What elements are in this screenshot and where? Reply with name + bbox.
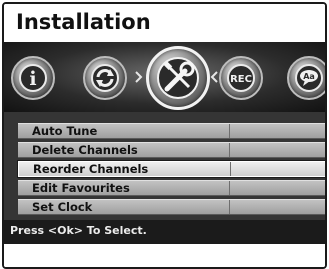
subtitle-glyph: Aa: [303, 72, 315, 81]
carousel-arrow-right-icon: [210, 71, 218, 83]
info-icon[interactable]: i: [11, 56, 55, 100]
column-divider: [229, 181, 230, 195]
rec-glyph: REC: [230, 74, 252, 85]
subtitle-icon[interactable]: Aa: [287, 56, 325, 100]
page-title: Installation: [16, 10, 151, 34]
column-divider: [230, 162, 231, 176]
column-divider: [229, 200, 230, 214]
tv-menu-screen: Installation i REC Aa Auto Tune Delete C…: [2, 2, 327, 269]
icon-carousel: i REC Aa: [4, 42, 325, 112]
carousel-arrow-left-icon: [135, 71, 143, 83]
menu-item-label: Set Clock: [32, 200, 93, 214]
title-bar: Installation: [4, 4, 325, 42]
menu-item-auto-tune[interactable]: Auto Tune: [18, 123, 325, 139]
column-divider: [229, 143, 230, 157]
refresh-icon[interactable]: [83, 56, 127, 100]
menu-list: Auto Tune Delete Channels Reorder Channe…: [4, 112, 325, 220]
menu-item-edit-favourites[interactable]: Edit Favourites: [18, 180, 325, 196]
tools-icon[interactable]: [146, 46, 210, 110]
menu-item-label: Edit Favourites: [32, 181, 130, 195]
bottom-bar: [4, 244, 325, 267]
rec-icon[interactable]: REC: [219, 56, 263, 100]
menu-item-reorder-channels[interactable]: Reorder Channels: [18, 161, 325, 177]
hint-text: Press <Ok> To Select.: [10, 224, 147, 237]
info-glyph: i: [29, 68, 36, 90]
menu-item-label: Delete Channels: [32, 143, 138, 157]
menu-item-delete-channels[interactable]: Delete Channels: [18, 142, 325, 158]
menu-item-label: Reorder Channels: [33, 162, 149, 176]
hint-bar: Press <Ok> To Select.: [4, 220, 325, 244]
menu-item-set-clock[interactable]: Set Clock: [18, 199, 325, 215]
column-divider: [229, 124, 230, 138]
menu-item-label: Auto Tune: [32, 124, 98, 138]
